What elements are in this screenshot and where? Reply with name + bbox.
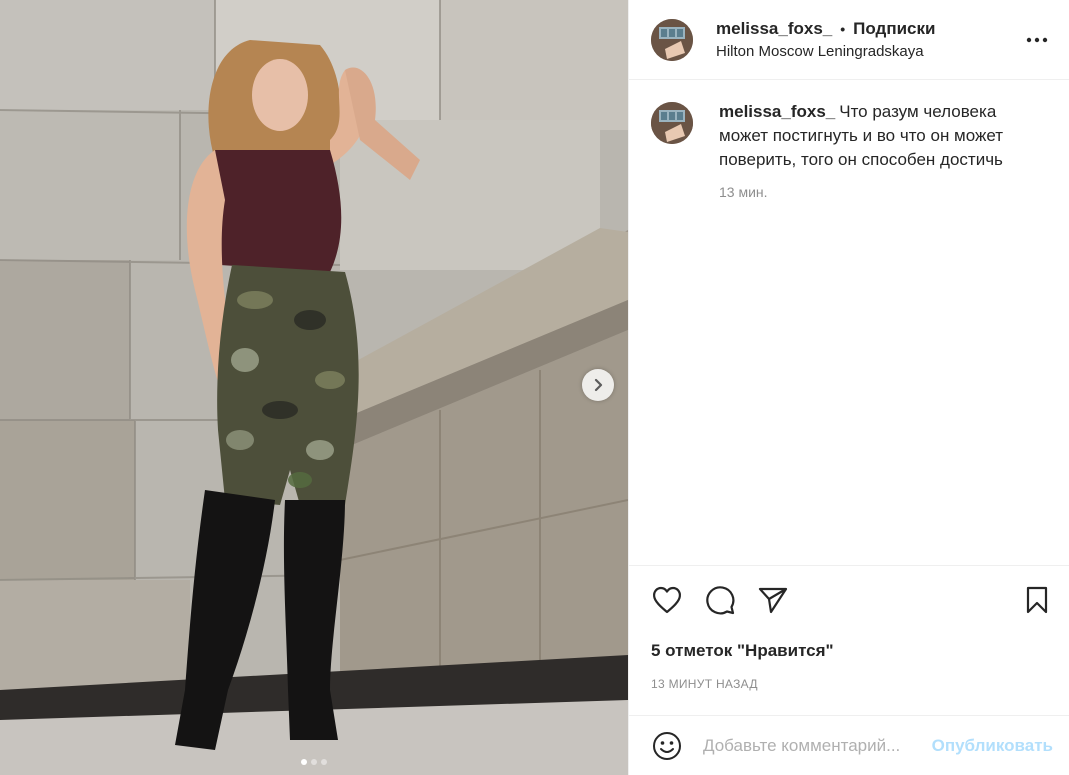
post-media[interactable] [0,0,628,775]
carousel-dot-1 [301,759,307,765]
post-header: melissa_foxs_ • Подписки Hilton Moscow L… [629,0,1069,80]
more-horizontal-icon [1026,37,1048,43]
post-photo [0,0,628,775]
heart-icon [652,586,682,614]
likes-count[interactable]: 5 отметок "Нравится" [651,641,834,661]
header-separator: • [840,21,846,37]
caption-username[interactable]: melissa_foxs_ [719,102,835,121]
like-button[interactable] [651,584,683,616]
add-comment-bar: Опубликовать [629,715,1069,775]
bookmark-icon [1025,586,1049,614]
post-dialog: melissa_foxs_ • Подписки Hilton Moscow L… [0,0,1069,775]
share-button[interactable] [757,584,789,616]
publish-comment-button[interactable]: Опубликовать [932,736,1053,756]
action-icons-row [651,584,1048,616]
post-side-panel: melissa_foxs_ • Подписки Hilton Moscow L… [628,0,1069,775]
caption-time[interactable]: 13 мин. [719,184,1049,200]
following-button[interactable]: Подписки [853,19,935,39]
post-actions-area: 5 отметок "Нравится" 13 МИНУТ НАЗАД [629,565,1069,715]
carousel-dot-2 [311,759,317,765]
comment-icon [705,585,735,615]
comment-button[interactable] [704,584,736,616]
carousel-next-button[interactable] [582,369,614,401]
carousel-dot-3 [321,759,327,765]
caption-text-block: melissa_foxs_ Что разум человека может по… [719,100,1049,172]
avatar-image [651,18,693,61]
comment-input[interactable] [703,735,932,756]
carousel-indicator [0,759,628,765]
chevron-right-icon [591,378,605,392]
save-button[interactable] [1021,584,1053,616]
post-timestamp[interactable]: 13 МИНУТ НАЗАД [651,677,758,691]
avatar[interactable] [651,18,693,61]
paper-plane-icon [758,586,788,614]
comments-section: melissa_foxs_ Что разум человека может по… [629,80,1069,565]
emoji-button[interactable] [651,730,683,762]
smiley-icon [652,731,682,761]
post-location[interactable]: Hilton Moscow Leningradskaya [716,43,935,60]
post-username[interactable]: melissa_foxs_ [716,19,832,39]
avatar-image [651,102,693,144]
caption-avatar[interactable] [651,102,693,144]
more-options-button[interactable] [1025,28,1049,52]
